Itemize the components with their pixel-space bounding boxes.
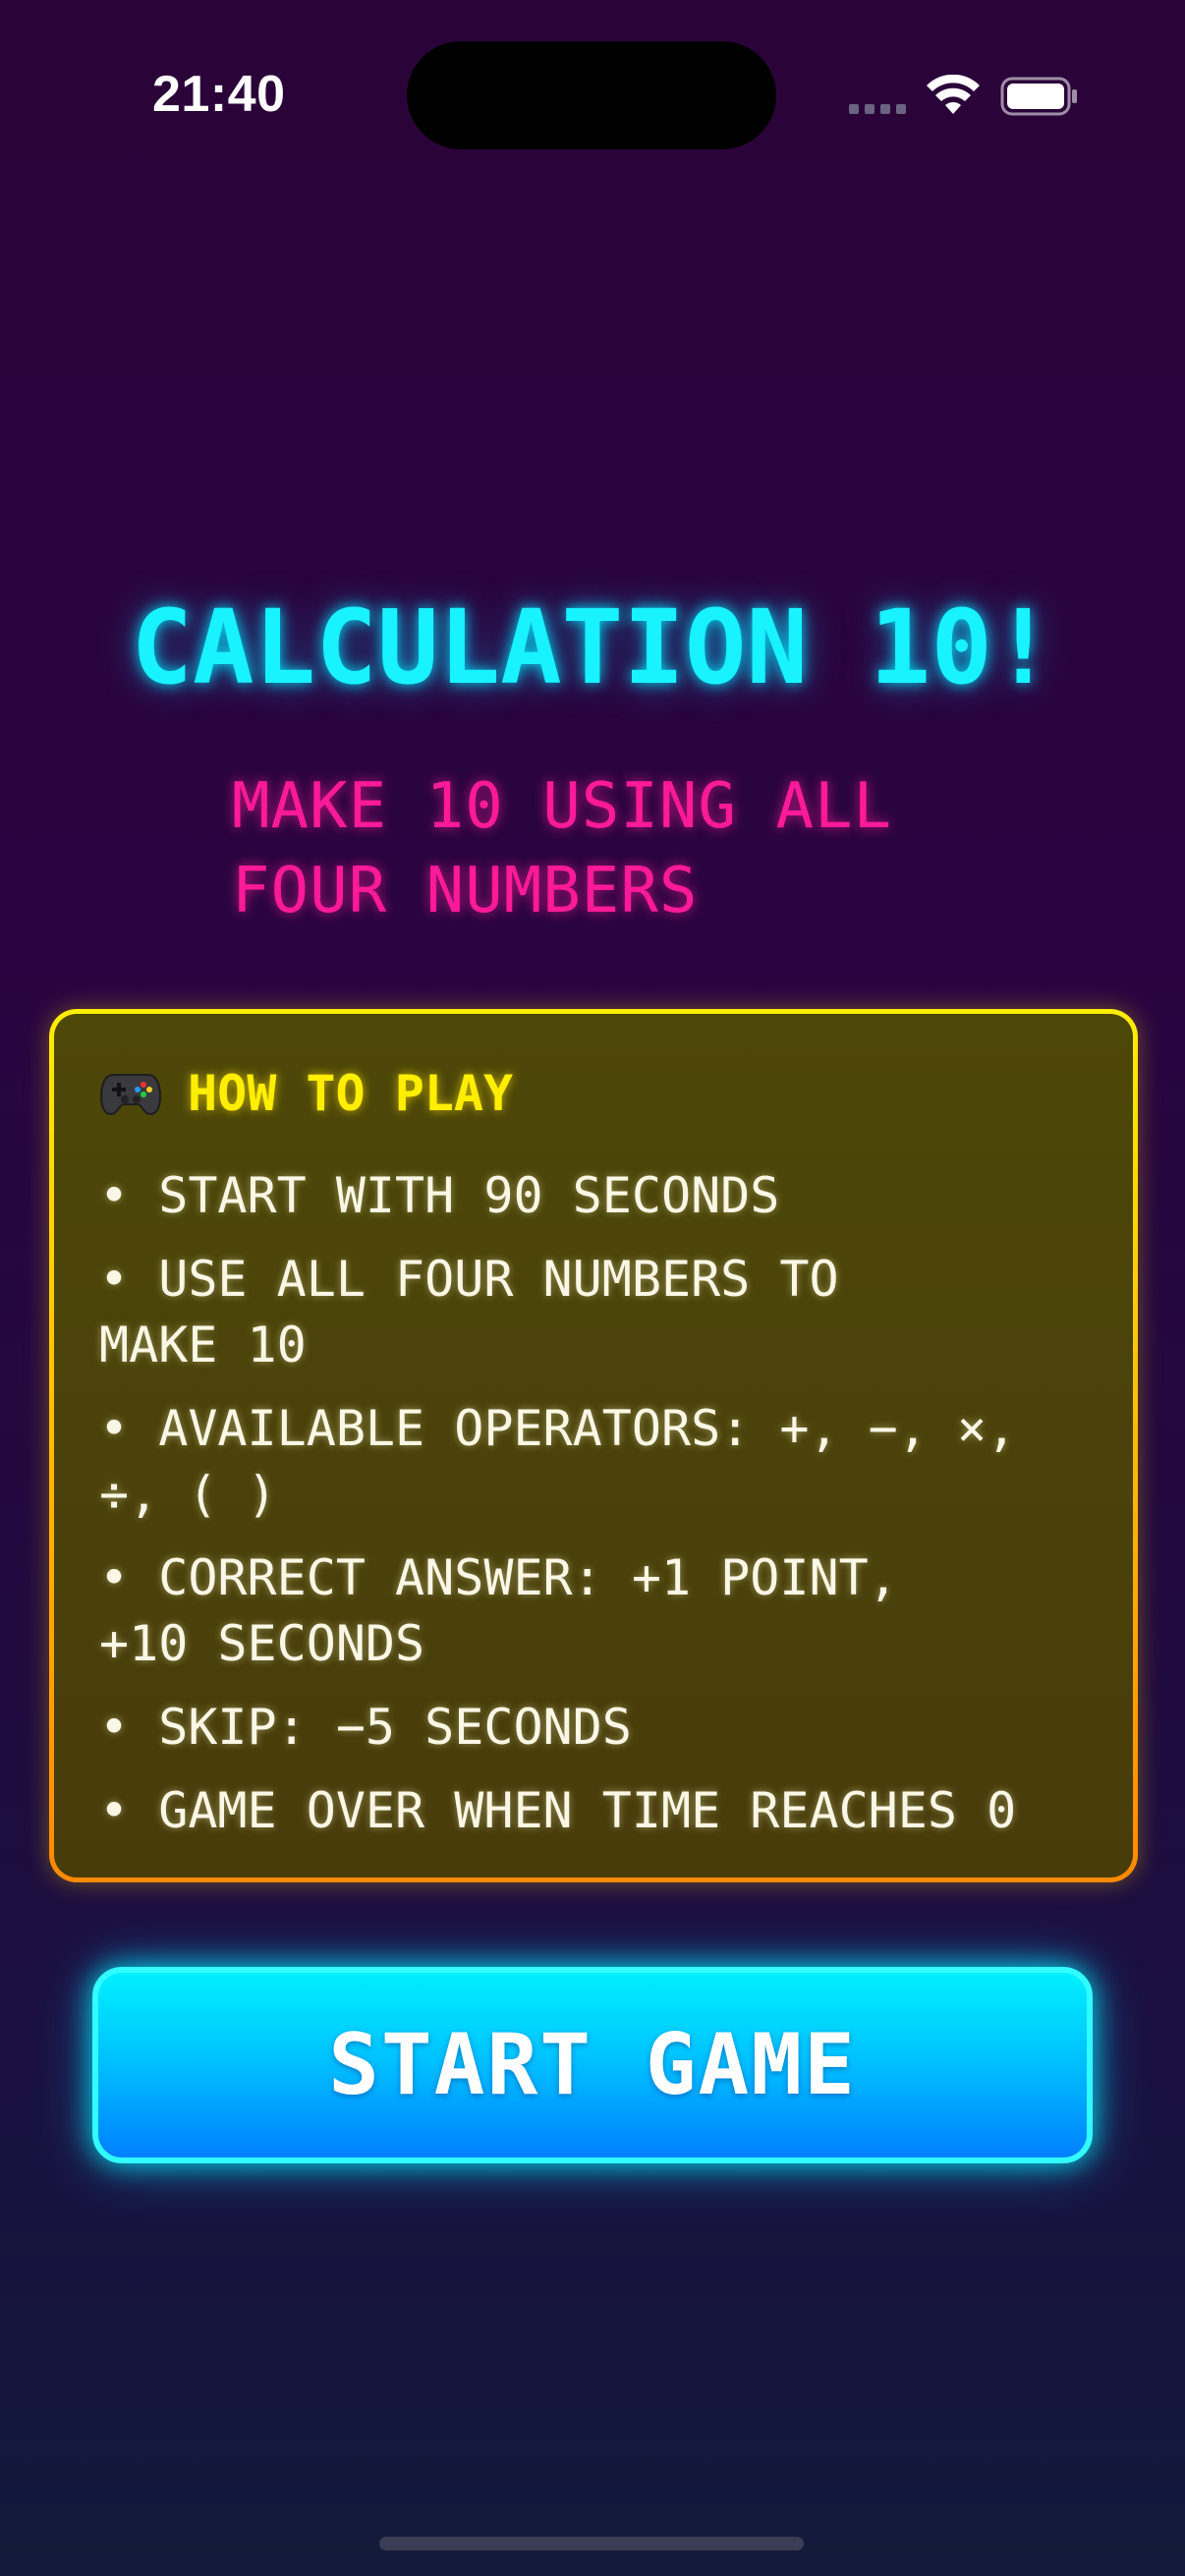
dynamic-island xyxy=(407,41,776,149)
rules-list: START WITH 90 SECONDS USE ALL FOUR NUMBE… xyxy=(99,1163,1111,1862)
status-bar-time: 21:40 xyxy=(152,66,286,123)
start-game-label: START GAME xyxy=(328,2016,857,2114)
rule-item: USE ALL FOUR NUMBERS TO MAKE 10 xyxy=(99,1247,1111,1378)
how-to-play-card: HOW TO PLAY START WITH 90 SECONDS USE AL… xyxy=(49,1009,1138,1882)
battery-icon xyxy=(1000,77,1077,116)
game-subtitle: MAKE 10 USING ALL FOUR NUMBERS xyxy=(232,764,979,933)
start-game-button[interactable]: START GAME xyxy=(92,1967,1093,2163)
how-to-play-title: HOW TO PLAY xyxy=(188,1065,514,1122)
home-indicator[interactable] xyxy=(379,2537,804,2550)
signal-icon xyxy=(849,102,908,116)
gamepad-icon xyxy=(99,1074,162,1116)
game-title: CALCULATION 10! xyxy=(131,588,1054,707)
rule-item: CORRECT ANSWER: +1 POINT, +10 SECONDS xyxy=(99,1545,1111,1677)
rule-item: GAME OVER WHEN TIME REACHES 0 xyxy=(99,1778,1111,1844)
rule-item: AVAILABLE OPERATORS: +, −, ×, ÷, ( ) xyxy=(99,1396,1111,1528)
rule-item: START WITH 90 SECONDS xyxy=(99,1163,1111,1229)
rule-item: SKIP: −5 SECONDS xyxy=(99,1695,1111,1761)
how-to-play-header: HOW TO PLAY xyxy=(99,1065,513,1122)
wifi-icon xyxy=(927,75,980,114)
subtitle-text: MAKE 10 USING ALL FOUR NUMBERS xyxy=(232,770,893,927)
